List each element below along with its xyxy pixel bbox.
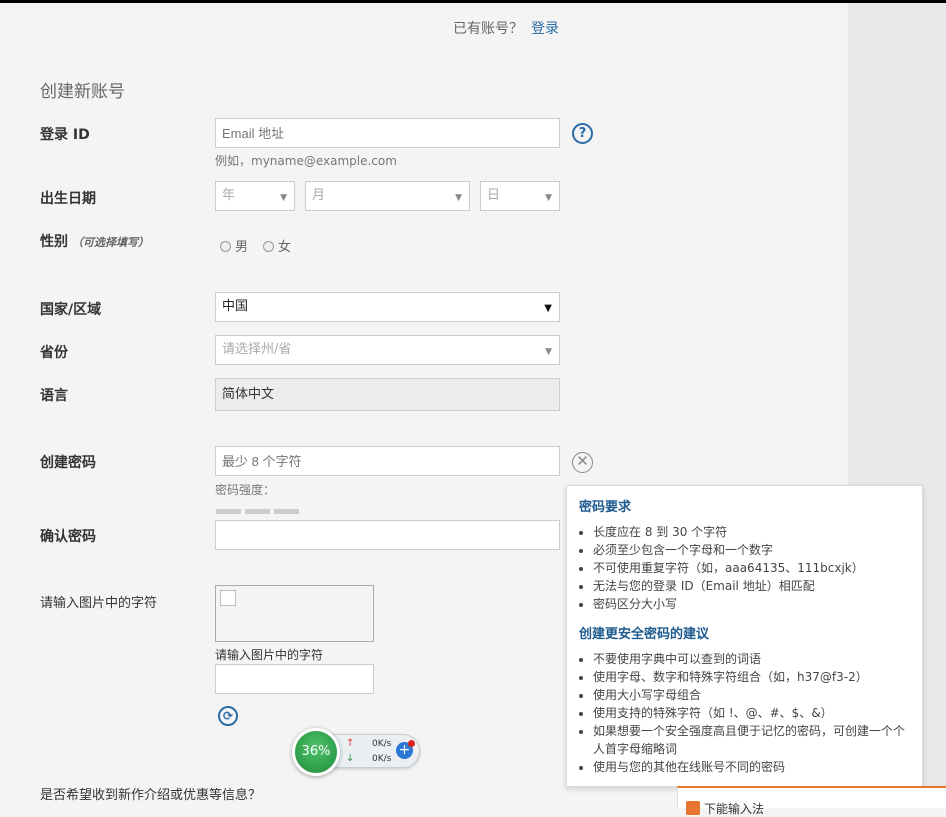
password-strength-label: 密码强度：: [215, 483, 276, 497]
refresh-icon[interactable]: ⟳: [218, 706, 238, 726]
password-input[interactable]: [215, 446, 560, 476]
list-item: 使用与您的其他在线账号不同的密码: [593, 758, 910, 776]
gender-label: 性别 （可选择填写）: [40, 231, 149, 251]
female-label: 女: [278, 240, 292, 255]
day-select[interactable]: 日 ▼: [480, 181, 560, 211]
optional-note: （可选择填写）: [72, 236, 149, 249]
ime-label: 下能输入法: [704, 802, 765, 816]
province-placeholder: 请选择州/省: [222, 342, 292, 357]
requirements-title: 密码要求: [579, 500, 632, 515]
notification-dot: [408, 740, 415, 747]
language-value: 简体中文: [222, 387, 275, 402]
requirements-list: 长度应在 8 到 30 个字符 必须至少包含一个字母和一个数字 不可使用重复字符…: [579, 523, 910, 613]
close-icon[interactable]: ✕: [572, 452, 593, 473]
password-label: 创建密码: [40, 455, 96, 471]
have-account-text: 已有账号？: [453, 21, 523, 37]
chevron-down-icon: ▼: [544, 303, 552, 314]
list-item: 密码区分大小写: [593, 595, 910, 613]
list-item: 长度应在 8 到 30 个字符: [593, 523, 910, 541]
captcha-input-label: 请输入图片中的字符: [215, 648, 324, 662]
email-hint: 例如，myname@example.com: [215, 154, 397, 168]
download-speed: 0K/s: [372, 754, 392, 764]
year-select[interactable]: 年 ▼: [215, 181, 295, 211]
list-item: 如果想要一个安全强度高且便于记忆的密码，可创建一个个人首字母缩略词: [593, 722, 910, 758]
list-item: 无法与您的登录 ID（Email 地址）相匹配: [593, 577, 910, 595]
list-item: 使用大小写字母组合: [593, 686, 910, 704]
page-title: 创建新账号: [40, 82, 125, 102]
email-input[interactable]: [215, 118, 560, 148]
upload-speed: 0K/s: [372, 739, 392, 749]
month-value: 月: [312, 188, 326, 203]
province-label: 省份: [40, 345, 68, 361]
captcha-image: [215, 585, 374, 642]
gender-female-radio[interactable]: 女: [263, 236, 291, 255]
password-requirements-popup: 密码要求 长度应在 8 到 30 个字符 必须至少包含一个字母和一个数字 不可使…: [566, 485, 923, 787]
radio-circle-icon: [263, 241, 274, 252]
captcha-input[interactable]: [215, 664, 374, 694]
ime-logo-icon: [686, 801, 700, 815]
login-prompt: 已有账号？ 登录: [453, 18, 559, 38]
country-label: 国家/区域: [40, 302, 102, 318]
network-speed-widget[interactable]: 36% ↑ ↓ 0K/s 0K/s +: [292, 728, 422, 776]
list-item: 使用支持的特殊字符（如 !、@、#、$、&）: [593, 704, 910, 722]
captcha-label: 请输入图片中的字符: [40, 596, 158, 611]
top-border: [0, 0, 946, 3]
confirm-password-input[interactable]: [215, 520, 560, 550]
day-value: 日: [487, 188, 501, 203]
download-arrow-icon: ↓: [346, 753, 355, 764]
country-select[interactable]: 中国 ▼: [215, 292, 560, 322]
year-value: 年: [222, 188, 236, 203]
country-value: 中国: [222, 299, 249, 314]
login-link[interactable]: 登录: [531, 21, 559, 37]
broken-image-icon: [220, 590, 236, 606]
gender-label-text: 性别: [40, 234, 68, 250]
language-field: 简体中文: [215, 378, 560, 411]
birth-date-label: 出生日期: [40, 191, 96, 207]
suggestions-title: 创建更安全密码的建议: [579, 627, 710, 642]
password-strength-meter: [216, 499, 303, 518]
chevron-down-icon: ▼: [280, 193, 287, 203]
chevron-down-icon: ▼: [545, 193, 552, 203]
list-item: 必须至少包含一个字母和一个数字: [593, 541, 910, 559]
radio-circle-icon: [220, 241, 231, 252]
chevron-down-icon: ▼: [455, 193, 462, 203]
strength-bar: [216, 509, 241, 514]
list-item: 不可使用重复字符（如，aaa64135、111bcxjk）: [593, 559, 910, 577]
help-icon[interactable]: ?: [572, 123, 593, 144]
strength-bar: [245, 509, 270, 514]
list-item: 不要使用字典中可以查到的词语: [593, 650, 910, 668]
newsletter-question: 是否希望收到新作介绍或优惠等信息？: [40, 788, 262, 803]
male-label: 男: [235, 240, 249, 255]
login-id-label: 登录 ID: [40, 127, 90, 143]
gender-male-radio[interactable]: 男: [220, 236, 248, 255]
input-method-bar[interactable]: 下能输入法: [677, 786, 946, 816]
province-select[interactable]: 请选择州/省 ▼: [215, 335, 560, 365]
language-label: 语言: [40, 388, 68, 404]
strength-bar: [274, 509, 299, 514]
chevron-down-icon: ▼: [545, 347, 552, 357]
suggestions-list: 不要使用字典中可以查到的词语 使用字母、数字和特殊字符组合（如，h37@f3-2…: [579, 650, 910, 776]
confirm-password-label: 确认密码: [40, 529, 96, 545]
list-item: 使用字母、数字和特殊字符组合（如，h37@f3-2）: [593, 668, 910, 686]
upload-arrow-icon: ↑: [346, 738, 355, 749]
month-select[interactable]: 月 ▼: [305, 181, 470, 211]
usage-gauge: 36%: [292, 728, 340, 776]
